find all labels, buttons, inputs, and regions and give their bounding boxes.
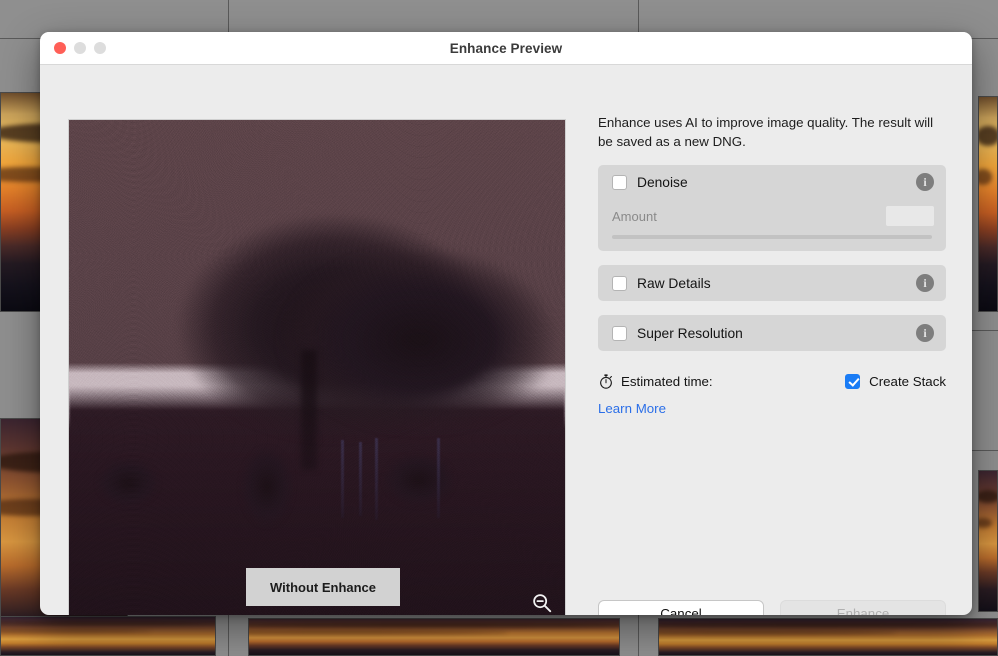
raw-details-checkbox[interactable] (612, 275, 627, 291)
photo-thumbnail[interactable] (0, 616, 216, 656)
photo-thumbnail[interactable] (978, 470, 998, 612)
without-enhance-badge[interactable]: Without Enhance (246, 568, 400, 606)
denoise-amount-field[interactable] (886, 206, 934, 226)
raw-details-label: Raw Details (637, 275, 711, 291)
raw-details-header[interactable]: Raw Details i (598, 265, 946, 301)
denoise-header[interactable]: Denoise i (598, 165, 946, 199)
dialog-body: Without Enhance Enhance uses AI to impro… (40, 65, 972, 615)
denoise-label: Denoise (637, 174, 688, 190)
stopwatch-icon (600, 373, 612, 389)
denoise-amount-label: Amount (612, 208, 657, 224)
enhance-button[interactable]: Enhance (780, 600, 946, 615)
small-tree (93, 456, 163, 510)
small-tree (379, 450, 459, 510)
zoom-out-icon[interactable] (531, 592, 553, 614)
denoise-info-icon[interactable]: i (916, 173, 934, 191)
section-raw-details: Raw Details i (598, 265, 946, 301)
dialog-titlebar: Enhance Preview (40, 32, 972, 65)
denoise-checkbox[interactable] (612, 174, 627, 190)
super-resolution-label: Super Resolution (637, 325, 743, 341)
panel-description: Enhance uses AI to improve image quality… (598, 115, 934, 149)
super-resolution-info-icon[interactable]: i (916, 324, 934, 342)
raw-details-info-icon[interactable]: i (916, 274, 934, 292)
pole (341, 440, 344, 518)
preview-photo (69, 120, 565, 615)
section-denoise: Denoise i Amount (598, 165, 946, 251)
super-resolution-header[interactable]: Super Resolution i (598, 315, 946, 351)
denoise-slider[interactable] (612, 235, 932, 239)
photo-thumbnail[interactable] (248, 618, 620, 656)
estimated-time-label: Estimated time: (621, 373, 713, 389)
pole (437, 438, 440, 518)
create-stack-control[interactable]: Create Stack (845, 373, 946, 389)
section-super-resolution: Super Resolution i (598, 315, 946, 351)
page-title: Enhance Preview (449, 40, 563, 56)
super-resolution-checkbox[interactable] (612, 325, 627, 341)
estimated-time-row: Estimated time: Create Stack (598, 371, 946, 391)
image-preview[interactable]: Without Enhance (68, 119, 566, 615)
small-tree (237, 442, 297, 532)
cancel-button[interactable]: Cancel (598, 600, 764, 615)
tree-trunk (301, 350, 317, 470)
enhance-preview-dialog: Enhance Preview Without Enhance Enhance … (40, 32, 972, 615)
create-stack-checkbox[interactable] (845, 373, 861, 389)
create-stack-label: Create Stack (869, 373, 946, 389)
denoise-slider-row[interactable] (598, 229, 946, 251)
photo-thumbnail[interactable] (978, 96, 998, 312)
pole (359, 442, 362, 516)
learn-more-link[interactable]: Learn More (598, 401, 666, 416)
denoise-amount-row: Amount (598, 199, 946, 229)
pole (375, 438, 378, 520)
control-panel: Enhance uses AI to improve image quality… (598, 113, 946, 615)
photo-thumbnail[interactable] (658, 618, 998, 656)
dialog-footer: Cancel Enhance (598, 600, 946, 615)
